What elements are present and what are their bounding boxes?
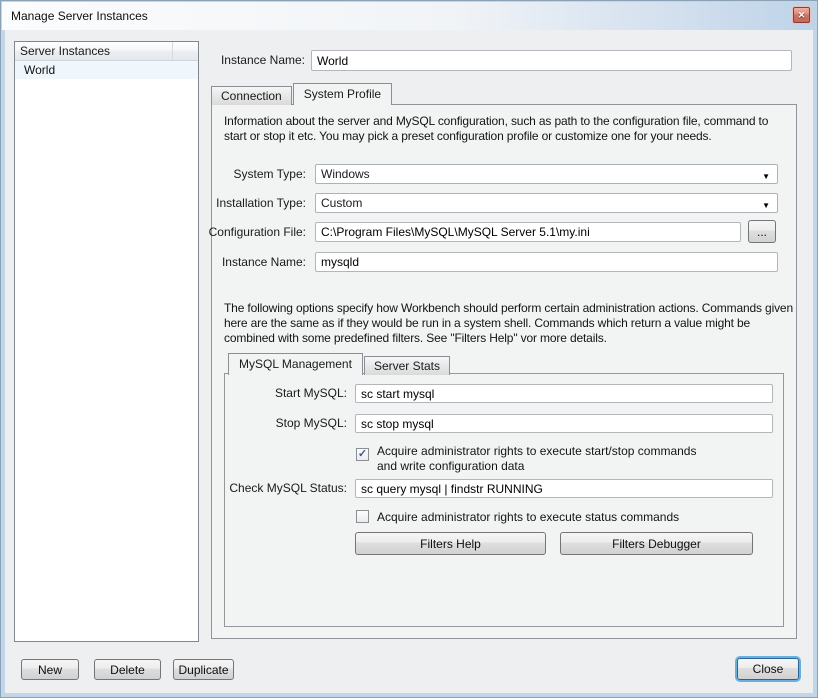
chevron-down-icon: ▼ (762, 168, 770, 186)
start-mysql-input[interactable] (355, 384, 773, 403)
tab-system-profile[interactable]: System Profile (293, 83, 392, 105)
tab-connection[interactable]: Connection (211, 86, 292, 105)
delete-button[interactable]: Delete (94, 659, 161, 680)
system-profile-page: Information about the server and MySQL c… (211, 104, 797, 639)
configuration-file-input[interactable] (315, 222, 741, 242)
filters-help-button[interactable]: Filters Help (355, 532, 546, 555)
tab-mysql-management[interactable]: MySQL Management (228, 353, 363, 375)
profile-tab-strip: Connection System Profile (211, 83, 393, 105)
instance-name-input[interactable] (311, 50, 792, 71)
system-type-select[interactable]: Windows ▼ (315, 164, 778, 184)
list-header-server-instances[interactable]: Server Instances (15, 42, 173, 60)
system-type-label: System Type: (202, 164, 306, 184)
start-mysql-label: Start MySQL: (227, 384, 347, 403)
browse-button[interactable]: ... (748, 220, 776, 243)
close-icon[interactable]: ✕ (793, 7, 810, 23)
new-button[interactable]: New (21, 659, 79, 680)
acquire-startstop-checkbox[interactable]: ✓ (356, 448, 369, 461)
management-tab-strip: MySQL Management Server Stats (228, 353, 451, 375)
acquire-status-label[interactable]: Acquire administrator rights to execute … (377, 510, 777, 525)
check-mysql-status-input[interactable] (355, 479, 773, 498)
chevron-down-icon: ▼ (762, 197, 770, 215)
acquire-startstop-line2: and write configuration data (377, 459, 777, 474)
profile-intro-text: Information about the server and MySQL c… (224, 114, 792, 144)
check-icon: ✓ (357, 449, 368, 460)
duplicate-button[interactable]: Duplicate (173, 659, 234, 680)
profile-instance-name-label: Instance Name: (202, 252, 306, 272)
installation-type-select[interactable]: Custom ▼ (315, 193, 778, 213)
server-instances-list: Server Instances World (14, 41, 199, 642)
stop-mysql-input[interactable] (355, 414, 773, 433)
list-header: Server Instances (15, 42, 198, 61)
stop-mysql-label: Stop MySQL: (227, 414, 347, 433)
window-title: Manage Server Instances (11, 9, 148, 23)
installation-type-label: Installation Type: (202, 193, 306, 213)
close-button[interactable]: Close (737, 658, 799, 680)
profile-instance-name-input[interactable] (315, 252, 778, 272)
tab-server-stats[interactable]: Server Stats (364, 356, 450, 375)
installation-type-value: Custom (316, 196, 362, 210)
acquire-status-checkbox[interactable] (356, 510, 369, 523)
configuration-file-label: Configuration File: (202, 222, 306, 242)
acquire-startstop-line1: Acquire administrator rights to execute … (377, 444, 777, 459)
manage-server-instances-dialog: Manage Server Instances ✕ Server Instanc… (0, 0, 818, 698)
list-item-world[interactable]: World (15, 61, 198, 79)
title-bar[interactable]: Manage Server Instances ✕ (2, 2, 816, 30)
mysql-management-page: Start MySQL: Stop MySQL: ✓ Acquire admin… (224, 373, 784, 627)
close-glyph: ✕ (798, 10, 806, 20)
list-header-spacer (173, 42, 198, 60)
check-mysql-status-label: Check MySQL Status: (227, 479, 347, 498)
admin-intro-text: The following options specify how Workbe… (224, 301, 796, 346)
filters-debugger-button[interactable]: Filters Debugger (560, 532, 753, 555)
acquire-startstop-label[interactable]: Acquire administrator rights to execute … (377, 444, 777, 474)
instance-name-label: Instance Name: (201, 50, 305, 71)
system-type-value: Windows (316, 167, 370, 181)
